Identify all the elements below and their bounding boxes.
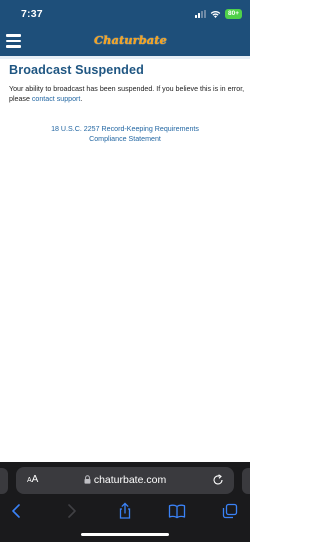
status-time: 7:37: [21, 8, 43, 20]
forward-icon[interactable]: [62, 502, 80, 520]
url-display[interactable]: chaturbate.com: [16, 474, 234, 486]
next-tab-peek[interactable]: [242, 468, 250, 494]
message-end: .: [80, 95, 83, 104]
status-icons: 80+: [194, 9, 242, 19]
compliance-statement-link[interactable]: Compliance Statement: [0, 134, 250, 144]
hamburger-menu-icon[interactable]: [6, 34, 21, 48]
record-keeping-link[interactable]: 18 U.S.C. 2257 Record-Keeping Requiremen…: [0, 124, 250, 134]
navigation-toolbar: [0, 500, 250, 522]
lock-icon: [84, 475, 91, 484]
status-bar: 7:37 80+: [0, 0, 250, 26]
suspended-message: Your ability to broadcast has been suspe…: [9, 84, 245, 105]
signal-icon: [194, 10, 206, 18]
site-header: Chaturbate: [0, 26, 250, 56]
battery-icon: 80+: [224, 9, 242, 19]
share-icon[interactable]: [116, 502, 134, 520]
tabs-icon[interactable]: [221, 502, 239, 520]
wifi-icon: [210, 10, 221, 18]
address-bar[interactable]: AA chaturbate.com: [16, 467, 234, 494]
back-icon[interactable]: [8, 502, 26, 520]
home-indicator: [81, 533, 169, 536]
page-title: Broadcast Suspended: [9, 63, 144, 77]
url-text: chaturbate.com: [93, 474, 167, 486]
browser-toolbar: AA chaturbate.com: [0, 462, 250, 542]
contact-support-link[interactable]: contact support: [32, 95, 81, 103]
footer-links: 18 U.S.C. 2257 Record-Keeping Requiremen…: [0, 124, 250, 145]
previous-tab-peek[interactable]: [0, 468, 8, 494]
site-logo[interactable]: Chaturbate: [94, 31, 167, 49]
bookmarks-icon[interactable]: [168, 502, 186, 520]
reload-icon[interactable]: [212, 474, 224, 486]
header-divider: [0, 56, 250, 59]
